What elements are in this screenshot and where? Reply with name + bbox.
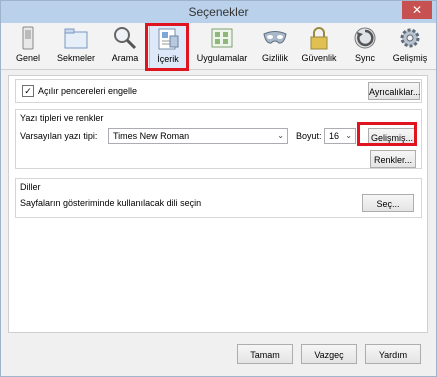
chevron-down-icon: ⌄ xyxy=(277,131,284,140)
tab-label: Gizlilik xyxy=(262,53,288,63)
tab-uygulamalar[interactable]: Uygulamalar xyxy=(191,23,253,67)
tab-sync[interactable]: Sync xyxy=(347,23,383,67)
tab-label: Uygulamalar xyxy=(196,53,248,63)
content-panel: ✓ Açılır pencereleri engelle Ayrıcalıkla… xyxy=(8,75,428,333)
default-font-label: Varsayılan yazı tipi: xyxy=(20,131,98,141)
ok-button[interactable]: Tamam xyxy=(237,344,293,364)
default-font-select[interactable]: Times New Roman ⌄ xyxy=(108,128,288,144)
switch-icon xyxy=(22,26,34,50)
tab-gelismis[interactable]: Gelişmiş xyxy=(387,23,433,67)
tab-guvenlik[interactable]: Güvenlik xyxy=(297,23,341,67)
category-toolbar: Genel Sekmeler Arama İçerik Uygulamalar … xyxy=(1,23,436,70)
tab-label: Sekmeler xyxy=(56,53,95,63)
gear-icon xyxy=(400,28,420,48)
tab-genel[interactable]: Genel xyxy=(7,23,49,67)
chevron-down-icon: ⌄ xyxy=(345,131,352,140)
magnifier-icon xyxy=(114,27,137,50)
tab-sekmeler[interactable]: Sekmeler xyxy=(51,23,101,67)
size-label: Boyut: xyxy=(296,131,322,141)
apps-icon xyxy=(211,28,233,48)
default-font-value: Times New Roman xyxy=(113,131,190,141)
tabs-icon xyxy=(64,28,88,49)
choose-language-button[interactable]: Seç... xyxy=(362,194,414,212)
tab-label: Genel xyxy=(15,53,41,63)
font-size-select[interactable]: 16 ⌄ xyxy=(324,128,356,144)
fonts-section-title: Yazı tipleri ve renkler xyxy=(20,113,104,123)
popup-block-label: Açılır pencereleri engelle xyxy=(38,86,138,96)
languages-section-title: Diller xyxy=(20,182,41,192)
tab-label: İçerik xyxy=(157,54,179,64)
colors-button[interactable]: Renkler... xyxy=(370,150,416,168)
cancel-button[interactable]: Vazgeç xyxy=(301,344,357,364)
lock-icon xyxy=(310,27,328,50)
options-window: Seçenekler ✕ Genel Sekmeler Arama İçerik… xyxy=(0,0,437,377)
tab-arama[interactable]: Arama xyxy=(105,23,145,67)
tab-label: Arama xyxy=(111,53,139,63)
help-button[interactable]: Yardım xyxy=(365,344,421,364)
tab-gizlilik[interactable]: Gizlilik xyxy=(255,23,295,67)
tab-label: Gelişmiş xyxy=(392,53,428,63)
advanced-fonts-button[interactable]: Gelişmiş... xyxy=(368,128,416,146)
tab-icerik[interactable]: İçerik xyxy=(149,23,187,69)
exceptions-button[interactable]: Ayrıcalıklar... xyxy=(368,82,420,100)
languages-description: Sayfaların gösteriminde kullanılacak dil… xyxy=(20,198,202,208)
tab-label: Güvenlik xyxy=(301,53,337,63)
sync-icon xyxy=(354,27,376,49)
languages-group: Diller Sayfaların gösteriminde kullanıla… xyxy=(15,178,422,218)
mask-icon xyxy=(263,31,287,44)
document-icon xyxy=(158,28,179,50)
title-bar: Seçenekler ✕ xyxy=(1,1,436,23)
tab-label: Sync xyxy=(354,53,375,63)
font-size-value: 16 xyxy=(329,131,340,141)
popup-group: ✓ Açılır pencereleri engelle Ayrıcalıkla… xyxy=(15,79,422,103)
window-title: Seçenekler xyxy=(188,5,249,19)
popup-block-checkbox[interactable]: ✓ xyxy=(22,85,34,97)
close-button[interactable]: ✕ xyxy=(402,1,432,19)
fonts-colors-group: Yazı tipleri ve renkler Varsayılan yazı … xyxy=(15,109,422,169)
